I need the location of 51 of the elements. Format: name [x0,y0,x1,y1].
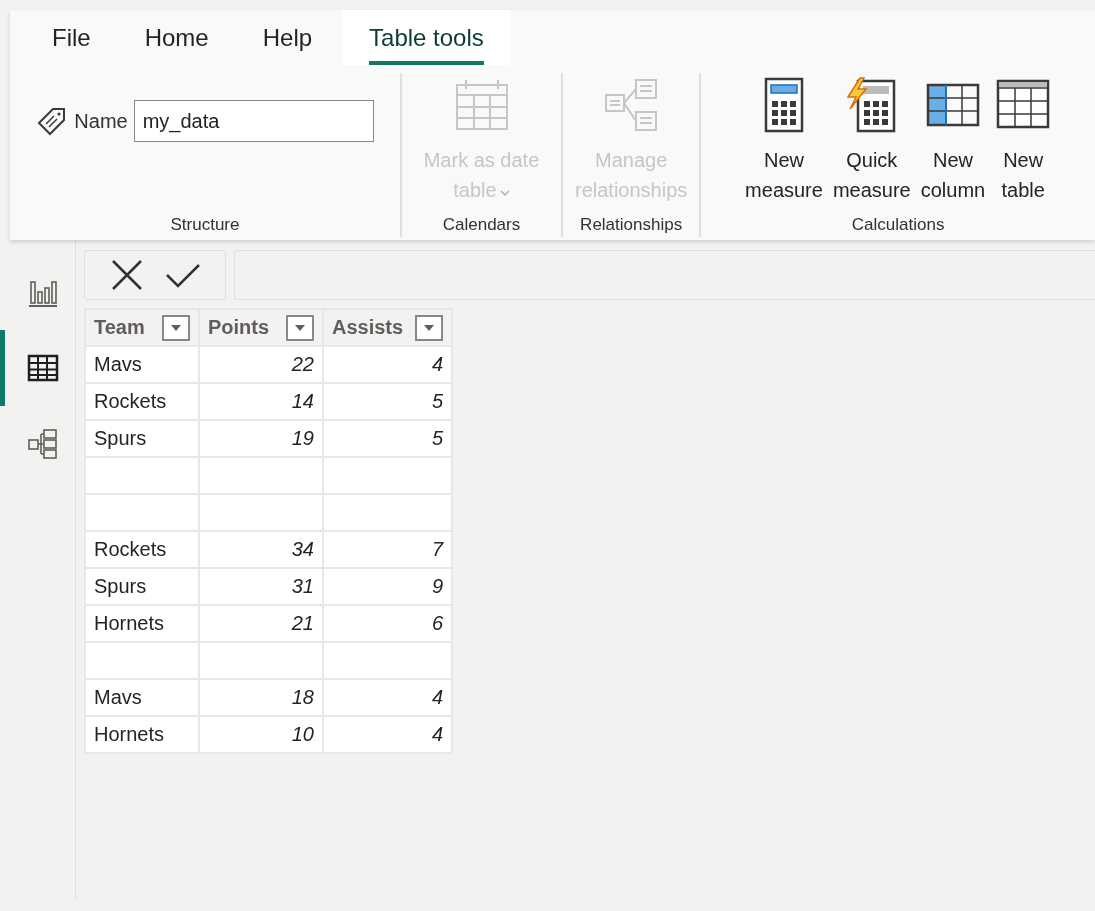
model-icon [26,428,59,460]
ribbon-button[interactable]: New measure [743,73,825,209]
group-label: Structure [170,215,240,236]
table-cell: 31 [199,568,323,605]
ribbon-button[interactable]: Quick measure [830,73,913,209]
table-cell: Rockets [85,531,199,568]
table-cell: 19 [199,420,323,457]
table-cell: Hornets [85,716,199,753]
table-cell: 10 [199,716,323,753]
name-label: Name [74,109,128,133]
relationships-icon [603,77,660,133]
table-cell: 5 [323,383,452,420]
column-header: Assists [323,309,452,346]
table-cell: 22 [199,346,323,383]
group-label: Calculations [851,215,945,236]
name-field[interactable]: my_data [133,100,374,142]
calendar-icon [453,77,510,133]
filter-button[interactable] [286,314,314,341]
ribbon-tab[interactable]: File [25,10,118,65]
table-cell: 7 [323,531,452,568]
table-cell: Hornets [85,605,199,642]
filter-button[interactable] [415,314,443,341]
ribbon-button[interactable]: New column [918,73,988,209]
table-cell: 14 [199,383,323,420]
caret-icon [294,323,306,332]
table-cell: 5 [323,420,452,457]
group-label: Calendars [442,215,521,236]
ribbon-tab[interactable]: Home [117,10,236,65]
ribbon-tab[interactable]: Table tools [342,10,511,65]
ribbon-tab[interactable]: Help [235,10,340,65]
table-cell: 4 [323,346,452,383]
group-label: Relationships [580,215,683,236]
table-cell: Mavs [85,679,199,716]
column-header: Team [85,309,199,346]
ribbon-button[interactable]: New table [993,73,1054,209]
table-cell: 9 [323,568,452,605]
table-icon [26,352,59,384]
table-cell: Spurs [85,568,199,605]
table-cell: 4 [323,716,452,753]
table-cell: 4 [323,679,452,716]
table-cell: 21 [199,605,323,642]
table-cell: Spurs [85,420,199,457]
filter-button[interactable] [162,314,190,341]
table-cell: 34 [199,531,323,568]
table-cell: 6 [323,605,452,642]
column-header: Points [199,309,323,346]
caret-icon [423,323,435,332]
table-cell: 18 [199,679,323,716]
table-cell: Mavs [85,346,199,383]
caret-icon [170,323,182,332]
table-cell: Rockets [85,383,199,420]
